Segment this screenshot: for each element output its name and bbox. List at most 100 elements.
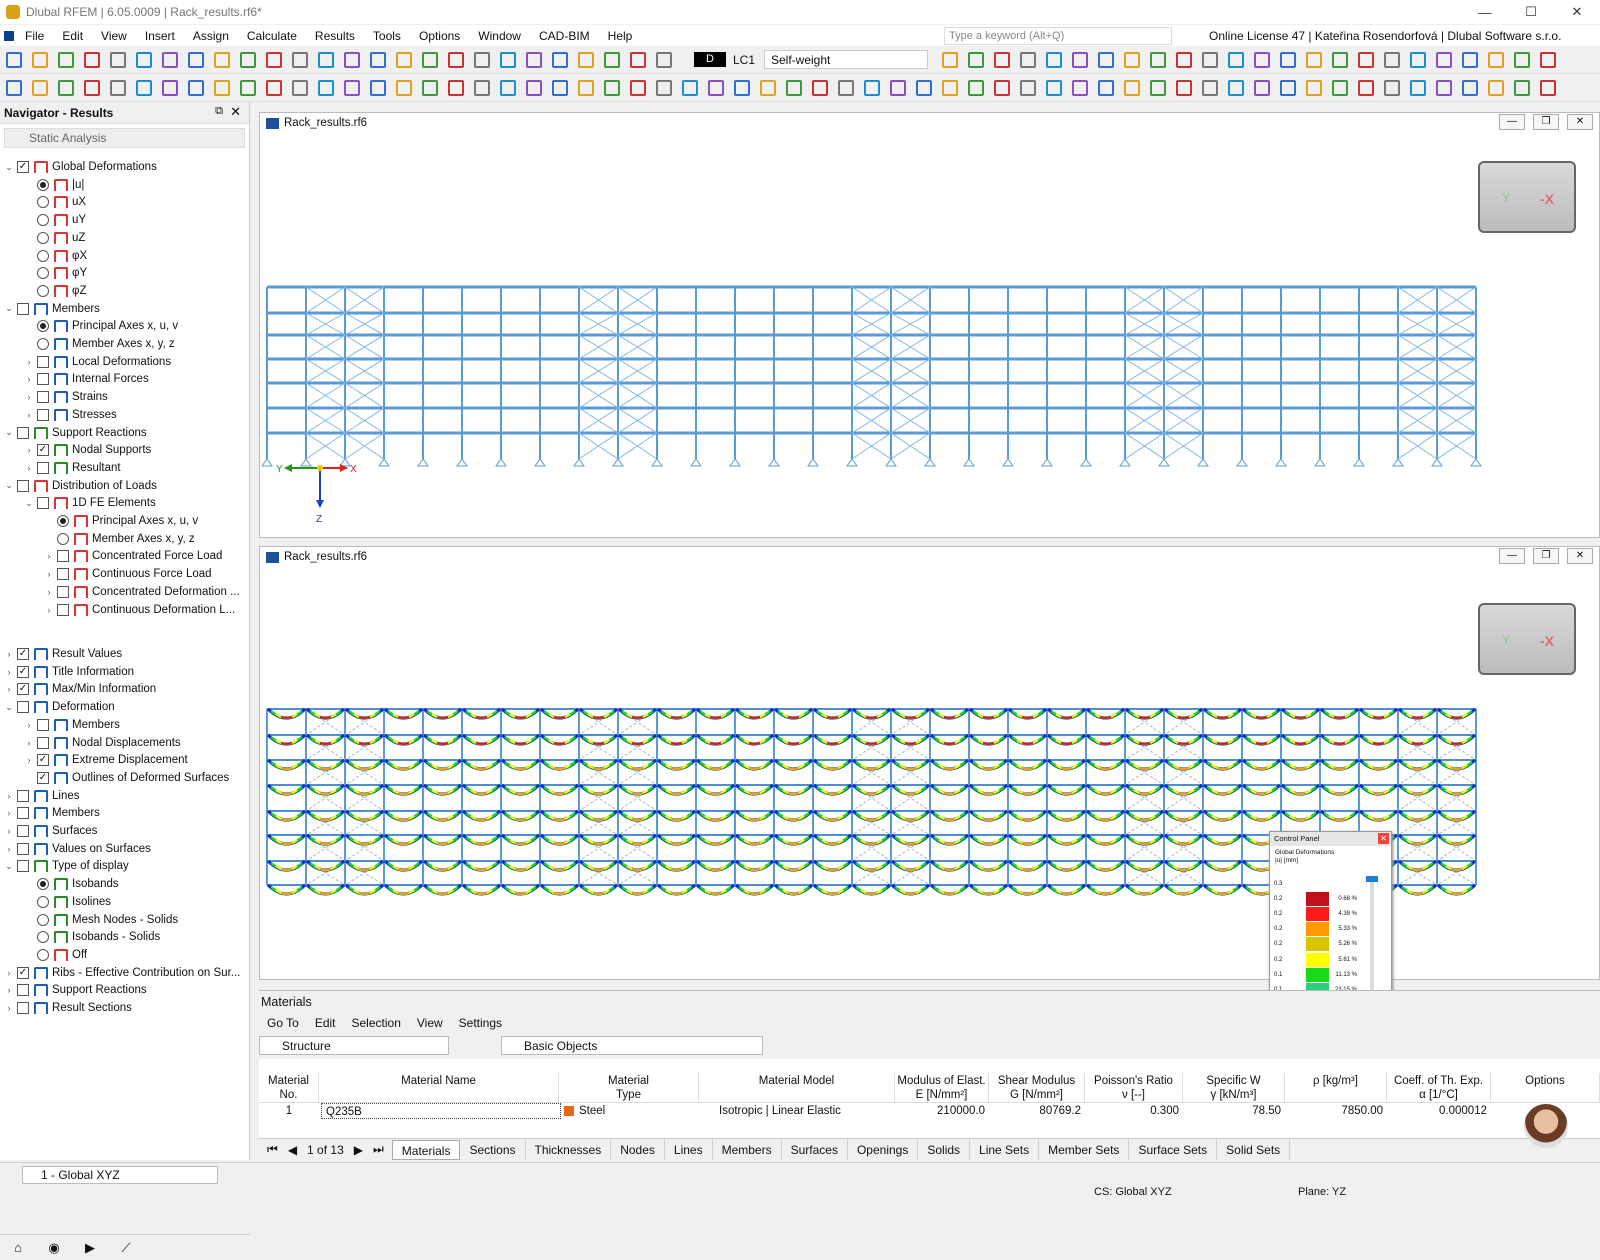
tree-item[interactable]: ›Stresses [0,406,117,424]
toolbar-tool-icon[interactable] [6,80,22,96]
user-avatar[interactable] [1524,1104,1568,1148]
radio-button[interactable] [57,533,69,545]
toolbar-tool-icon[interactable] [630,52,646,68]
toolbar-tool-icon[interactable] [1410,80,1426,96]
table-cell[interactable]: 1 [259,1103,319,1119]
radio-button[interactable] [37,338,49,350]
tree-item[interactable]: ›Continuous Deformation L... [0,601,235,619]
expand-icon[interactable]: › [4,667,14,677]
checkbox[interactable] [17,1002,29,1014]
view-cube[interactable]: Y -X [1478,603,1576,675]
checkbox[interactable] [17,790,29,802]
tree-item[interactable]: ✓Outlines of Deformed Surfaces [0,769,229,787]
views-tab-icon[interactable]: ▶ [72,1240,108,1256]
next-page-icon[interactable]: ▶ [354,1143,363,1157]
checkbox[interactable]: ✓ [37,772,49,784]
tree-item[interactable]: ›Strains [0,388,108,406]
toolbar-tool-icon[interactable] [1176,52,1192,68]
tab-lines[interactable]: Lines [665,1140,713,1160]
coordinate-system-select[interactable]: 1 - Global XYZ [22,1166,218,1184]
toolbar-tool-icon[interactable] [1150,80,1166,96]
checkbox[interactable] [17,807,29,819]
tree-item[interactable]: ›Support Reactions [0,981,147,999]
column-header[interactable]: Options [1491,1073,1600,1103]
expand-icon[interactable]: › [24,738,34,748]
toolbar-tool-icon[interactable] [448,80,464,96]
toolbar-tool-icon[interactable] [968,80,984,96]
expand-icon[interactable]: ⌄ [4,303,14,314]
column-header[interactable]: Modulus of Elast.E [N/mm²] [895,1073,989,1103]
expand-icon[interactable]: › [24,463,34,473]
toolbar-tool-icon[interactable] [1358,52,1374,68]
radio-button[interactable] [57,515,69,527]
checkbox[interactable] [57,568,69,580]
expand-icon[interactable]: › [24,374,34,384]
tab-solids[interactable]: Solids [918,1140,970,1160]
toolbar-tool-icon[interactable] [84,52,100,68]
view-close-button[interactable]: ✕ [1567,114,1593,130]
toolbar-tool-icon[interactable] [578,52,594,68]
tree-item[interactable]: φZ [0,282,86,300]
toolbar-tool-icon[interactable] [84,80,100,96]
checkbox[interactable]: ✓ [17,666,29,678]
menu-edit[interactable]: Edit [307,1016,344,1030]
toolbar-tool-icon[interactable] [1306,80,1322,96]
toolbar-tool-icon[interactable] [474,52,490,68]
column-header[interactable]: Shear ModulusG [N/mm²] [989,1073,1085,1103]
menu-settings[interactable]: Settings [451,1016,510,1030]
expand-icon[interactable]: › [24,410,34,420]
tab-materials[interactable]: Materials [392,1140,461,1160]
toolbar-tool-icon[interactable] [1436,80,1452,96]
toolbar-tool-icon[interactable] [1150,52,1166,68]
menu-view[interactable]: View [92,29,136,43]
last-page-icon[interactable]: ⏭ [373,1142,384,1157]
table-cell[interactable]: 80769.2 [989,1103,1085,1119]
toolbar-tool-icon[interactable] [318,80,334,96]
column-header[interactable]: Material Name [319,1073,559,1103]
toolbar-tool-icon[interactable] [292,52,308,68]
radio-button[interactable] [37,931,49,943]
loadcase-select[interactable]: Self-weight [764,50,928,69]
tree-item[interactable]: |u| [0,176,84,194]
radio-button[interactable] [37,267,49,279]
toolbar-tool-icon[interactable] [526,80,542,96]
toolbar-tool-icon[interactable] [136,80,152,96]
tree-item[interactable]: ›Concentrated Deformation ... [0,583,240,601]
toolbar-tool-icon[interactable] [1254,52,1270,68]
tree-item[interactable]: Principal Axes x, u, v [0,317,178,335]
toolbar-tool-icon[interactable] [968,52,984,68]
display-tab-icon[interactable]: ◉ [36,1240,72,1256]
tree-item[interactable]: ⌄Support Reactions [0,424,147,442]
tree-item[interactable]: ⌄Members [0,300,100,318]
tree-item[interactable]: ›✓Extreme Displacement [0,751,188,769]
toolbar-tool-icon[interactable] [1176,80,1192,96]
expand-icon[interactable]: ⌄ [4,861,14,872]
toolbar-tool-icon[interactable] [110,80,126,96]
toolbar-tool-icon[interactable] [6,52,22,68]
tree-item[interactable]: Member Axes x, y, z [0,530,195,548]
toolbar-tool-icon[interactable] [344,80,360,96]
menu-view[interactable]: View [409,1016,451,1030]
prev-page-icon[interactable]: ◀ [288,1143,297,1157]
checkbox[interactable] [37,373,49,385]
expand-icon[interactable]: › [44,587,54,597]
checkbox[interactable] [37,391,49,403]
table-cell[interactable]: 210000.0 [895,1103,989,1119]
tree-item[interactable]: Isobands - Solids [0,928,160,946]
tree-item[interactable]: Isolines [0,893,111,911]
toolbar-tool-icon[interactable] [318,52,334,68]
menu-options[interactable]: Options [410,29,469,43]
close-button[interactable]: ✕ [1554,0,1600,24]
tree-item[interactable]: ›Members [0,804,100,822]
checkbox[interactable] [17,860,29,872]
view-restore-button[interactable]: ❐ [1533,548,1559,564]
view-close-button[interactable]: ✕ [1567,548,1593,564]
checkbox[interactable] [37,409,49,421]
tree-item[interactable]: ›Internal Forces [0,370,149,388]
toolbar-tool-icon[interactable] [266,80,282,96]
table-cell[interactable]: Q235B [321,1103,561,1119]
tree-item[interactable]: ›Members [0,716,120,734]
table-cell[interactable]: 0.300 [1085,1103,1183,1119]
toolbar-tool-icon[interactable] [1228,80,1244,96]
checkbox[interactable] [57,586,69,598]
